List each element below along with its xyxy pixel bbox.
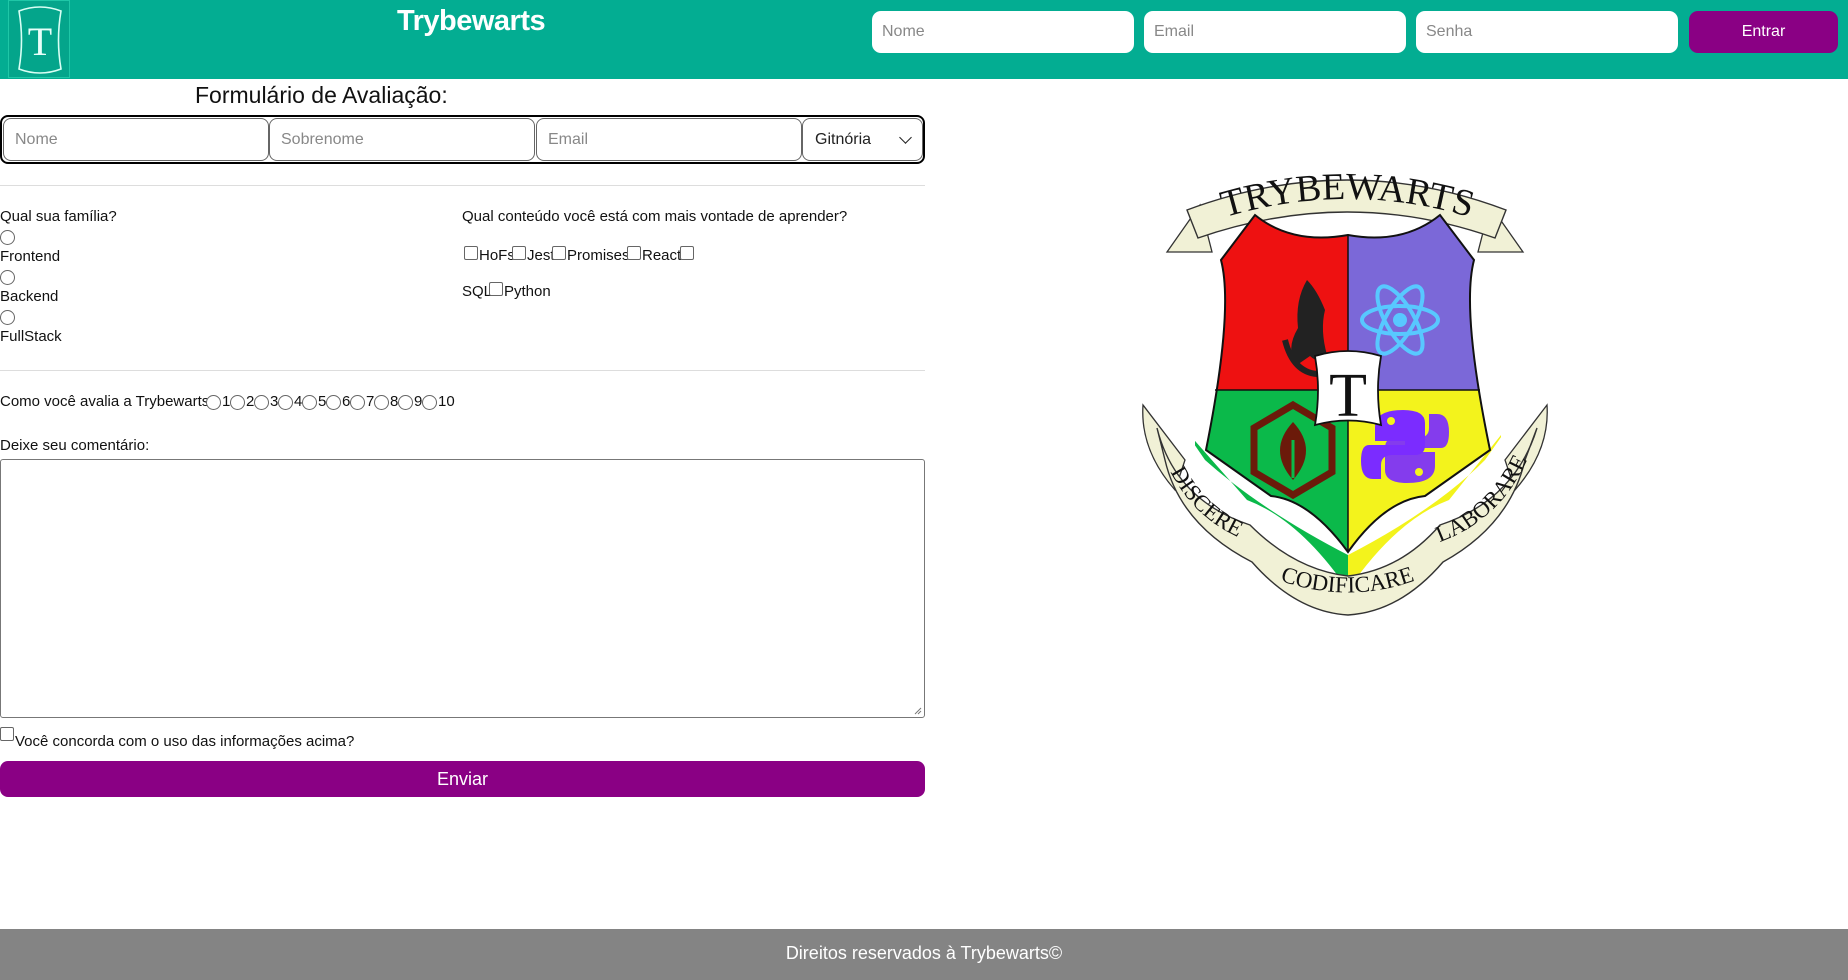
- family-question: Qual sua família?: [0, 208, 117, 225]
- rating-radio-6[interactable]: [326, 395, 341, 410]
- rating-radio-8[interactable]: [374, 395, 389, 410]
- content-checkbox-jest[interactable]: [512, 246, 526, 260]
- first-name-input[interactable]: [3, 118, 269, 161]
- login-password-input[interactable]: [1416, 11, 1678, 53]
- last-name-input[interactable]: [269, 118, 535, 161]
- site-title: Trybewarts: [397, 5, 546, 37]
- chevron-down-icon: [899, 131, 912, 144]
- rating-radio-3[interactable]: [254, 395, 269, 410]
- content-label-python: Python: [504, 283, 551, 300]
- hogwarts-crest-image: TRYBEWARTS T DISCERE CODIFICARE LABORARE: [1142, 166, 1548, 616]
- rating-label-10: 10: [438, 393, 455, 410]
- svg-text:T: T: [28, 19, 52, 64]
- agreement-label: Você concorda com o uso das informações …: [15, 733, 355, 750]
- rating-radio-4[interactable]: [278, 395, 293, 410]
- house-select-value: Gitnória: [815, 131, 872, 148]
- rating-radio-5[interactable]: [302, 395, 317, 410]
- content-label-promises: Promises: [567, 247, 630, 264]
- rating-radio-10[interactable]: [422, 395, 437, 410]
- footer-text: Direitos reservados à Trybewarts©: [785, 943, 1063, 963]
- content-checkbox-python[interactable]: [489, 282, 503, 296]
- comment-textarea[interactable]: [0, 459, 925, 718]
- content-label-sql: SQL: [462, 283, 493, 300]
- content-checkbox-promises[interactable]: [552, 246, 566, 260]
- rating-radio-9[interactable]: [398, 395, 413, 410]
- content-label-hofs: HoFs: [479, 247, 515, 264]
- center-plaque: T: [1313, 350, 1383, 430]
- login-name-input[interactable]: [872, 11, 1134, 53]
- login-button[interactable]: Entrar: [1689, 11, 1838, 53]
- rating-radio-2[interactable]: [230, 395, 245, 410]
- family-label-backend: Backend: [0, 288, 59, 305]
- house-select[interactable]: Gitnória: [802, 118, 923, 161]
- site-header: T Trybewarts Entrar: [0, 0, 1848, 79]
- content-label-jest: Jest: [527, 247, 555, 264]
- rating-radio-1[interactable]: [206, 395, 221, 410]
- site-footer: Direitos reservados à Trybewarts©: [0, 929, 1848, 980]
- family-radio-backend[interactable]: [0, 270, 15, 285]
- logo-emblem-icon: T: [18, 6, 62, 74]
- family-radio-frontend[interactable]: [0, 230, 15, 245]
- family-label-fullstack: FullStack: [0, 328, 62, 345]
- email-input[interactable]: [536, 118, 802, 161]
- content-checkbox-hofs[interactable]: [464, 246, 478, 260]
- trybewarts-logo: T: [8, 0, 70, 78]
- personal-info-group: Gitnória: [0, 115, 925, 164]
- content-label-react: React: [642, 247, 682, 264]
- content-question: Qual conteúdo você está com mais vontade…: [462, 208, 848, 225]
- divider: [0, 185, 925, 186]
- form-title: Formulário de Avaliação:: [195, 82, 448, 108]
- submit-button[interactable]: Enviar: [0, 761, 925, 797]
- login-email-input[interactable]: [1144, 11, 1406, 53]
- rating-question: Como você avalia a Trybewarts?: [0, 393, 218, 410]
- divider: [0, 370, 925, 371]
- resize-handle-icon[interactable]: [914, 707, 922, 715]
- agreement-checkbox[interactable]: [0, 727, 14, 741]
- content-checkbox-react[interactable]: [627, 246, 641, 260]
- family-radio-fullstack[interactable]: [0, 310, 15, 325]
- family-label-frontend: Frontend: [0, 248, 61, 265]
- content-checkbox-sql[interactable]: [680, 246, 694, 260]
- comment-label: Deixe seu comentário:: [0, 437, 150, 454]
- rating-radio-7[interactable]: [350, 395, 365, 410]
- plaque-letter: T: [1329, 362, 1367, 430]
